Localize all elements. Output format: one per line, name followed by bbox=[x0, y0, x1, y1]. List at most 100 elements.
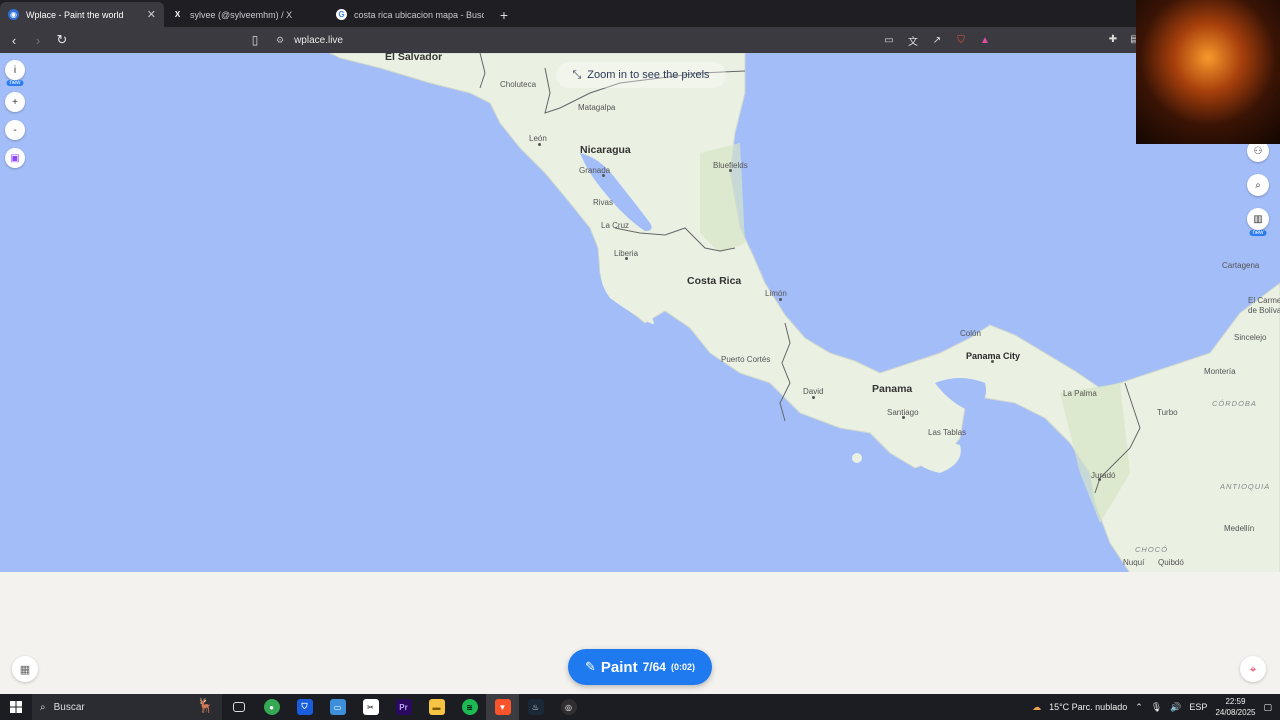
browser-toolbar: ‹ › ↻ ▯ ⚙ wplace.live ▭ 文 ↗ ⛉ ▲ ✚ ▤ bbox=[0, 27, 1280, 53]
taskbar-steam[interactable]: ♨ bbox=[519, 694, 552, 720]
bookmark-icon[interactable]: ▯ bbox=[247, 30, 263, 50]
zoom-out-button[interactable]: - bbox=[5, 120, 25, 140]
close-icon[interactable]: ✕ bbox=[147, 8, 156, 21]
label-monteria: Montería bbox=[1204, 367, 1236, 376]
label-costa-rica: Costa Rica bbox=[687, 275, 742, 287]
folder-icon: ▬ bbox=[428, 699, 445, 715]
city-marker bbox=[729, 169, 732, 172]
taskbar-spotify[interactable]: ≋ bbox=[453, 694, 486, 720]
pixel-zoom-icon: ⤡ bbox=[572, 68, 582, 81]
group-icon: ⚇ bbox=[1253, 145, 1263, 157]
label-cordoba: CÓRDOBA bbox=[1212, 399, 1257, 408]
label-choco: CHOCÓ bbox=[1135, 545, 1168, 554]
label-leon: León bbox=[529, 134, 547, 143]
label-antioquia: ANTIOQUIA bbox=[1220, 482, 1271, 491]
taskbar-brave[interactable]: ▼ bbox=[486, 694, 519, 720]
paint-button[interactable]: ✎ Paint 7/64 (0:02) bbox=[568, 649, 712, 685]
start-button[interactable] bbox=[0, 694, 32, 720]
search-placeholder: Buscar bbox=[53, 701, 85, 713]
speaker-icon[interactable]: 🔊 bbox=[1170, 702, 1181, 713]
tab-google[interactable]: G costa rica ubicacion mapa - Buscar c bbox=[328, 2, 492, 27]
label-las-tablas: Las Tablas bbox=[928, 428, 967, 437]
city-marker bbox=[902, 416, 905, 419]
clock-time: 22:59 bbox=[1225, 697, 1246, 706]
microphone-icon[interactable]: 🎙 bbox=[1151, 702, 1162, 713]
label-medellin: Medellín bbox=[1224, 524, 1255, 533]
taskbar-explorer[interactable]: ▬ bbox=[420, 694, 453, 720]
twitch-button[interactable]: ▣ bbox=[5, 148, 25, 168]
label-sincelejo: Sincelejo bbox=[1234, 333, 1267, 342]
clock-date: 24/08/2025 bbox=[1215, 708, 1256, 717]
translate-icon[interactable]: 文 bbox=[906, 33, 920, 48]
world-map[interactable]: El Salvador Choluteca Matagalpa León Nic… bbox=[0, 53, 1280, 573]
new-badge: new bbox=[1249, 230, 1267, 236]
new-badge: new bbox=[6, 80, 24, 86]
notification-icon[interactable]: ▢ bbox=[1263, 702, 1272, 713]
share-icon[interactable]: ↗ bbox=[930, 33, 944, 47]
weather-text[interactable]: 15°C Parc. nublado bbox=[1049, 702, 1127, 712]
brave-rewards-icon[interactable]: ▲ bbox=[978, 33, 992, 47]
site-settings-icon[interactable]: ⚙ bbox=[276, 35, 284, 46]
label-el-salvador: El Salvador bbox=[385, 53, 443, 63]
paint-charges: 7/64 bbox=[642, 660, 666, 674]
shield-icon: ⛉ bbox=[296, 699, 313, 715]
leaderboard-button[interactable]: ▥ new bbox=[1247, 208, 1269, 236]
label-la-palma: La Palma bbox=[1063, 389, 1097, 398]
new-tab-button[interactable]: + bbox=[492, 2, 516, 27]
plus-icon: + bbox=[12, 96, 18, 108]
cast-icon[interactable]: ▭ bbox=[882, 33, 896, 47]
search-location-button[interactable]: ⌕ bbox=[1247, 174, 1269, 196]
brave-icon: ▼ bbox=[494, 699, 511, 715]
app-icon: ▭ bbox=[329, 699, 346, 715]
taskbar-premiere[interactable]: Pr bbox=[387, 694, 420, 720]
task-view-button[interactable] bbox=[222, 694, 255, 720]
tab-title: sylvee (@sylveemhm) / X bbox=[190, 9, 293, 20]
search-globe-icon: ⌕ bbox=[1255, 179, 1261, 191]
twitch-icon: ▣ bbox=[10, 152, 20, 164]
label-la-cruz: La Cruz bbox=[601, 221, 630, 230]
search-icon: ⌕ bbox=[40, 701, 46, 713]
taskbar-obs[interactable]: ◎ bbox=[552, 694, 585, 720]
city-marker bbox=[812, 396, 815, 399]
label-matagalpa: Matagalpa bbox=[578, 103, 616, 112]
minus-icon: - bbox=[13, 124, 17, 136]
label-quibdo: Quibdó bbox=[1158, 558, 1184, 567]
capcut-icon: ✂ bbox=[362, 699, 379, 715]
zoom-hint-pill: ⤡ Zoom in to see the pixels bbox=[556, 62, 726, 88]
city-marker bbox=[625, 257, 628, 260]
taskbar-chrome[interactable]: ● bbox=[255, 694, 288, 720]
extensions-icon[interactable]: ✚ bbox=[1106, 32, 1120, 46]
zoom-in-button[interactable]: + bbox=[5, 92, 25, 112]
language-indicator[interactable]: ESP bbox=[1189, 702, 1207, 712]
forward-button[interactable]: › bbox=[28, 30, 48, 50]
taskbar-app-blue[interactable]: ▭ bbox=[321, 694, 354, 720]
tab-wplace[interactable]: ◉ Wplace - Paint the world ✕ bbox=[0, 2, 164, 27]
tab-x[interactable]: X sylvee (@sylveemhm) / X bbox=[164, 2, 328, 27]
info-button[interactable]: i new bbox=[5, 60, 25, 86]
city-marker bbox=[602, 174, 605, 177]
right-toolbar: ⚇ ⌕ ▥ new bbox=[1247, 140, 1269, 236]
premiere-icon: Pr bbox=[395, 699, 412, 715]
color-palette-button[interactable]: ▦ bbox=[12, 656, 38, 682]
city-marker bbox=[779, 298, 782, 301]
label-colon: Colón bbox=[960, 329, 981, 338]
taskbar-bitwarden[interactable]: ⛉ bbox=[288, 694, 321, 720]
locate-button[interactable]: ⌖ bbox=[1240, 656, 1266, 682]
crosshair-icon: ⌖ bbox=[1249, 661, 1257, 676]
spotify-icon: ≋ bbox=[461, 699, 478, 715]
paint-label: Paint bbox=[600, 658, 638, 676]
taskbar-search[interactable]: ⌕ Buscar 🦌 bbox=[32, 694, 222, 720]
address-bar[interactable]: ⚙ wplace.live ▭ 文 ↗ ⛉ ▲ bbox=[268, 30, 992, 50]
chevron-up-icon[interactable]: ⌃ bbox=[1135, 702, 1143, 713]
reload-button[interactable]: ↻ bbox=[52, 30, 72, 50]
obs-icon: ◎ bbox=[560, 699, 577, 715]
label-david: David bbox=[803, 387, 824, 396]
taskbar-capcut[interactable]: ✂ bbox=[354, 694, 387, 720]
back-button[interactable]: ‹ bbox=[4, 30, 24, 50]
label-de-bolivar: de Bolíva bbox=[1248, 306, 1280, 315]
grid-icon: ▦ bbox=[19, 663, 31, 676]
globe-icon: ◉ bbox=[8, 9, 19, 20]
clock[interactable]: 22:59 24/08/2025 bbox=[1215, 696, 1255, 718]
brave-shield-icon[interactable]: ⛉ bbox=[954, 33, 968, 47]
label-puerto-cortes: Puerto Cortés bbox=[721, 355, 771, 364]
